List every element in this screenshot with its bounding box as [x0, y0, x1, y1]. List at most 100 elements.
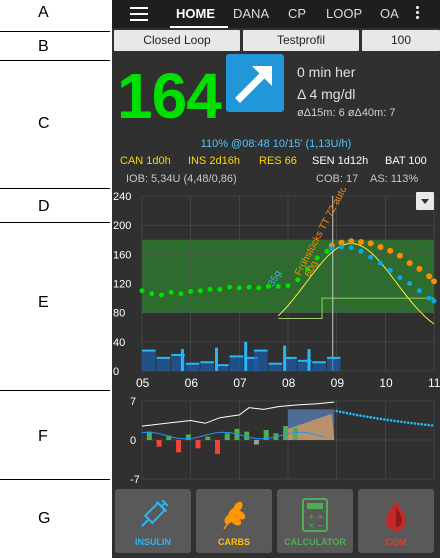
y-tick-label: 160	[113, 249, 131, 261]
iob-info: IOB: 5,34U (4,48/0,86)	[126, 173, 237, 185]
iob-prediction-point	[383, 418, 386, 421]
insulin-age: INS 2d16h	[188, 155, 240, 167]
x-tick-label: 09	[331, 376, 345, 390]
deviation-bar	[283, 426, 289, 440]
y-tick-label: 200	[113, 220, 131, 232]
svg-text:×: ×	[308, 521, 315, 530]
deviation-bar	[215, 440, 220, 454]
prediction-point-insulin	[339, 244, 345, 250]
cannula-age: CAN 1d0h	[120, 155, 171, 167]
x-tick-label: 08	[282, 376, 296, 390]
x-tick-label: 06	[185, 376, 199, 390]
sensor-age: SEN 1d12h	[312, 155, 369, 167]
action-button-bar: INSULIN CARBS + = × − CALCULATOR CGM	[112, 486, 440, 558]
bg-point	[217, 286, 223, 292]
percentage-button[interactable]: 100	[362, 30, 440, 51]
y-tick-label: 240	[113, 191, 131, 203]
carbs-button[interactable]: CARBS	[196, 489, 272, 553]
iob-prediction-point	[406, 421, 410, 424]
basal-bar	[253, 350, 268, 371]
iob-prediction-point	[369, 416, 373, 419]
bg-point	[207, 286, 213, 292]
prediction-point-insulin	[407, 281, 413, 286]
y-tick-label: 0	[130, 435, 136, 447]
minutes-ago: 0 min her	[297, 64, 356, 80]
iob-prediction-point	[386, 418, 390, 422]
annotation-divider	[0, 60, 110, 61]
svg-text:−: −	[317, 521, 324, 530]
x-tick-label: 10	[379, 376, 393, 390]
bg-point	[285, 283, 291, 289]
prediction-point-carbs	[431, 278, 437, 285]
bg-point	[188, 289, 194, 295]
prediction-point-insulin	[348, 245, 354, 251]
tab-loop[interactable]: LOOP	[326, 6, 362, 21]
annotation-g: G	[38, 510, 51, 527]
overflow-menu-icon[interactable]	[416, 6, 422, 22]
deviation-bar	[253, 440, 259, 445]
prediction-point-insulin	[431, 298, 437, 304]
annotation-e: E	[38, 294, 49, 311]
prediction-point-insulin	[329, 246, 335, 251]
basal-bar	[268, 363, 283, 371]
bg-point	[314, 255, 320, 261]
bg-point	[178, 291, 184, 297]
iob-prediction-point	[379, 417, 383, 421]
tab-cp[interactable]: CP	[288, 6, 306, 21]
prediction-point-carbs	[367, 240, 374, 247]
iob-prediction-point	[413, 422, 417, 425]
prediction-point-insulin	[368, 254, 374, 260]
svg-text:=: =	[317, 512, 324, 521]
active-tab-indicator	[170, 26, 228, 28]
temp-basal-info[interactable]: 110% @08:48 10/15' (1,13U/h)	[112, 138, 440, 150]
annotation-a: A	[38, 4, 49, 21]
wheat-icon	[223, 501, 246, 530]
iob-prediction-point	[420, 422, 424, 426]
prediction-point-carbs	[348, 238, 355, 245]
iob-prediction-point	[417, 422, 420, 426]
cgm-button[interactable]: CGM	[358, 489, 434, 553]
insulin-label: INSULIN	[135, 537, 171, 547]
arrow-up-right-icon	[226, 54, 284, 112]
profile-button[interactable]: Testprofil	[243, 30, 359, 51]
deviation-bar	[224, 433, 230, 440]
bg-value[interactable]: 164	[117, 56, 222, 136]
y-tick-label: 120	[113, 279, 131, 291]
tab-dana[interactable]: DANA	[233, 6, 269, 21]
iob-prediction-point	[362, 414, 366, 418]
graph-options-dropdown[interactable]	[416, 192, 434, 210]
calculator-label: CALCULATOR	[284, 537, 346, 547]
iob-prediction-point	[338, 410, 342, 414]
iob-prediction-point	[430, 424, 434, 427]
bg-point	[246, 284, 252, 290]
loop-mode-button[interactable]: Closed Loop	[114, 30, 240, 51]
iob-prediction-point	[335, 409, 338, 413]
y-tick-label: -7	[130, 474, 140, 483]
hamburger-menu-icon[interactable]	[130, 7, 148, 21]
autosens-info: AS: 113%	[370, 173, 419, 185]
y-tick-label: 0	[113, 366, 119, 378]
prediction-point-insulin	[397, 275, 403, 281]
basal-bar	[142, 350, 156, 371]
iob-graph[interactable]: 7 0 -7	[112, 395, 440, 483]
cgm-label: CGM	[385, 537, 407, 547]
tab-home[interactable]: HOME	[176, 6, 215, 21]
iob-prediction-point	[355, 413, 359, 417]
iob-prediction-point	[410, 421, 413, 425]
iob-prediction-point	[403, 420, 407, 424]
bg-point	[197, 288, 203, 294]
tab-oa[interactable]: OA	[380, 6, 399, 21]
iob-prediction-point	[393, 419, 396, 423]
iob-prediction-point	[389, 419, 393, 422]
reservoir-level: RES 66	[259, 155, 297, 167]
iob-prediction-point	[345, 411, 349, 415]
annotation-divider	[0, 222, 110, 223]
prediction-point-carbs	[406, 260, 413, 267]
insulin-button[interactable]: INSULIN	[115, 489, 191, 553]
bg-point	[324, 248, 330, 254]
calculator-button[interactable]: + = × − CALCULATOR	[277, 489, 353, 553]
prediction-point-carbs	[396, 252, 403, 259]
annotation-divider	[0, 479, 110, 480]
bg-graph[interactable]: 0408012016020024005 06 07 08 09 10 11Frühstück…	[112, 188, 440, 393]
annotation-f: F	[38, 428, 48, 445]
